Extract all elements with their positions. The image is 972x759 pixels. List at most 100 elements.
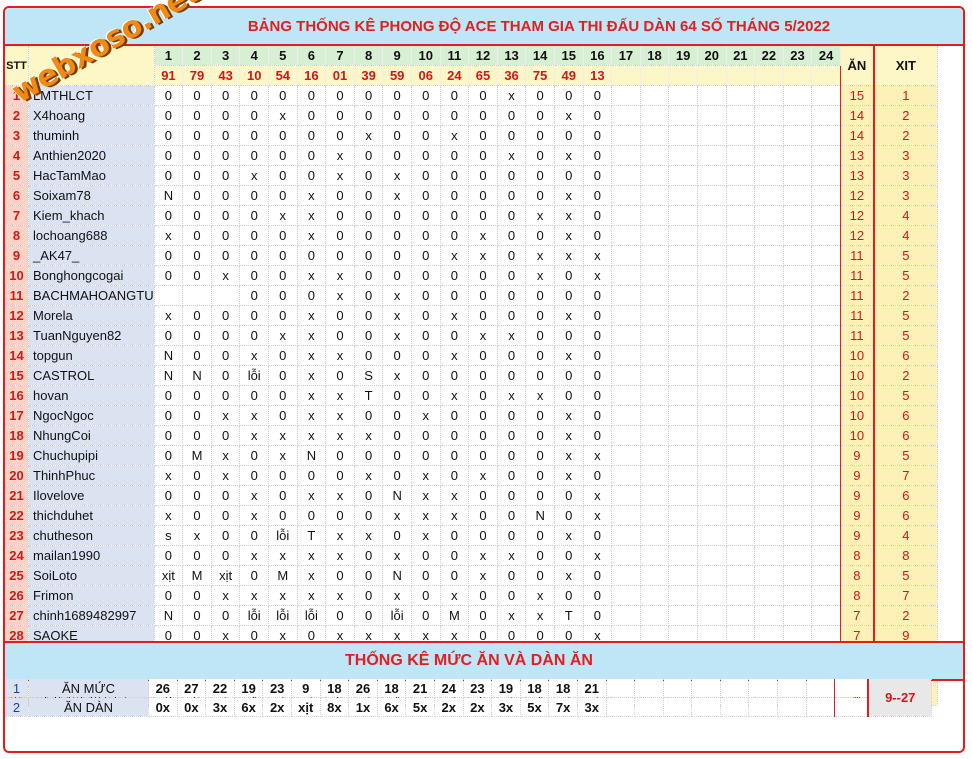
day-cell	[726, 305, 756, 326]
day-cell	[640, 385, 670, 406]
day-cell	[697, 365, 727, 386]
summary-cell	[634, 679, 664, 698]
day-cell: x	[325, 425, 355, 446]
row-number: 23	[5, 525, 29, 546]
row-number: 26	[5, 585, 29, 606]
day-cell: x	[497, 145, 527, 166]
day-cell: 0	[268, 85, 298, 106]
day-cell: x	[440, 305, 470, 326]
day-cell	[697, 565, 727, 586]
day-cell: 0	[268, 385, 298, 406]
day-cell: x	[382, 545, 412, 566]
result-header: 39	[354, 65, 384, 86]
day-cell: 0	[440, 525, 470, 546]
summary-table: 1 ĂN MỨC 26 27 22 19 23 9 18 26 18 21 24 23 19 18 18 21 9-…	[5, 679, 933, 717]
summary-cell	[720, 679, 750, 698]
day-cell	[611, 405, 641, 426]
day-cell: S	[354, 365, 384, 386]
day-cell: 0	[297, 505, 327, 526]
day-cell: 0	[182, 345, 212, 366]
day-cell: x	[297, 385, 327, 406]
day-cell: 0	[354, 225, 384, 246]
day-cell: x	[268, 545, 298, 566]
day-cell: 0	[411, 105, 441, 126]
an-count: 9	[839, 505, 875, 526]
day-cell	[726, 245, 756, 266]
day-cell	[668, 525, 698, 546]
day-cell	[611, 385, 641, 406]
day-cell: 0	[297, 85, 327, 106]
result-header	[726, 65, 756, 86]
table-row: 18 NhungCoi 0 0 0 x x x x x 0 0 0 0 0 0 x 0 10 6	[5, 425, 938, 446]
day-cell	[726, 485, 756, 506]
day-cell: 0	[211, 365, 241, 386]
result-header: 59	[382, 65, 412, 86]
day-cell	[640, 265, 670, 286]
an-count: 11	[839, 305, 875, 326]
day-cell: 0	[154, 445, 184, 466]
day-cell	[697, 105, 727, 126]
day-cell: x	[468, 545, 498, 566]
day-cell: x	[382, 325, 412, 346]
day-cell	[640, 225, 670, 246]
row-number: 19	[5, 445, 29, 466]
day-cell: x	[297, 325, 327, 346]
result-header: 54	[268, 65, 298, 86]
day-cell: 0	[354, 445, 384, 466]
table-row: 7 Kiem_khach 0 0 0 0 x x 0 0 0 0 0 0 0 x x 0 12 4	[5, 205, 938, 226]
day-cell	[611, 145, 641, 166]
summary-cell: 7x	[548, 697, 578, 717]
summary-cell: xịt	[291, 697, 321, 717]
day-cell	[640, 585, 670, 606]
day-cell: 0	[182, 205, 212, 226]
day-cell	[811, 125, 841, 146]
day-cell: 0	[554, 85, 584, 106]
day-cell	[726, 385, 756, 406]
day-cell: 0	[354, 505, 384, 526]
day-header: 15	[554, 46, 584, 66]
day-cell: 0	[325, 185, 355, 206]
table-row: 21 Ilovelove 0 0 0 x 0 x x 0 Nx x 0 0 0 0 x 9 6	[5, 485, 938, 506]
result-header	[754, 65, 784, 86]
result-header: 79	[182, 65, 212, 86]
day-cell: 0	[268, 365, 298, 386]
day-cell: 0	[239, 225, 269, 246]
day-cell: 0	[583, 585, 613, 606]
day-cell: 0	[182, 225, 212, 246]
day-cell: T	[354, 385, 384, 406]
day-cell: 0	[154, 125, 184, 146]
summary-cell: 21	[577, 679, 607, 698]
result-header	[811, 65, 841, 86]
day-cell: 0	[382, 85, 412, 106]
day-cell	[811, 205, 841, 226]
player-name: Soixam78	[28, 185, 155, 206]
summary-cell: 6x	[234, 697, 264, 717]
day-cell: xịt	[211, 565, 241, 586]
day-cell: 0	[411, 385, 441, 406]
day-cell: lỗi	[268, 525, 298, 546]
xit-count: 3	[872, 165, 938, 186]
xit-count: 7	[872, 585, 938, 606]
day-cell	[640, 425, 670, 446]
day-cell: x	[525, 265, 555, 286]
day-cell: M	[268, 565, 298, 586]
day-cell: 0	[154, 105, 184, 126]
day-cell: x	[297, 405, 327, 426]
day-cell: 0	[154, 425, 184, 446]
player-name: chinh1689482997	[28, 605, 155, 626]
day-cell: x	[325, 405, 355, 426]
day-cell: x	[354, 125, 384, 146]
day-cell: N	[182, 365, 212, 386]
day-cell: 0	[497, 485, 527, 506]
day-cell: 0	[354, 405, 384, 426]
day-cell: 0	[554, 165, 584, 186]
day-cell	[697, 505, 727, 526]
day-cell	[726, 125, 756, 146]
day-cell	[668, 545, 698, 566]
result-header: 65	[468, 65, 498, 86]
day-cell	[726, 225, 756, 246]
day-cell: x	[525, 585, 555, 606]
an-count: 9	[839, 485, 875, 506]
day-cell: x	[554, 445, 584, 466]
day-cell	[811, 565, 841, 586]
